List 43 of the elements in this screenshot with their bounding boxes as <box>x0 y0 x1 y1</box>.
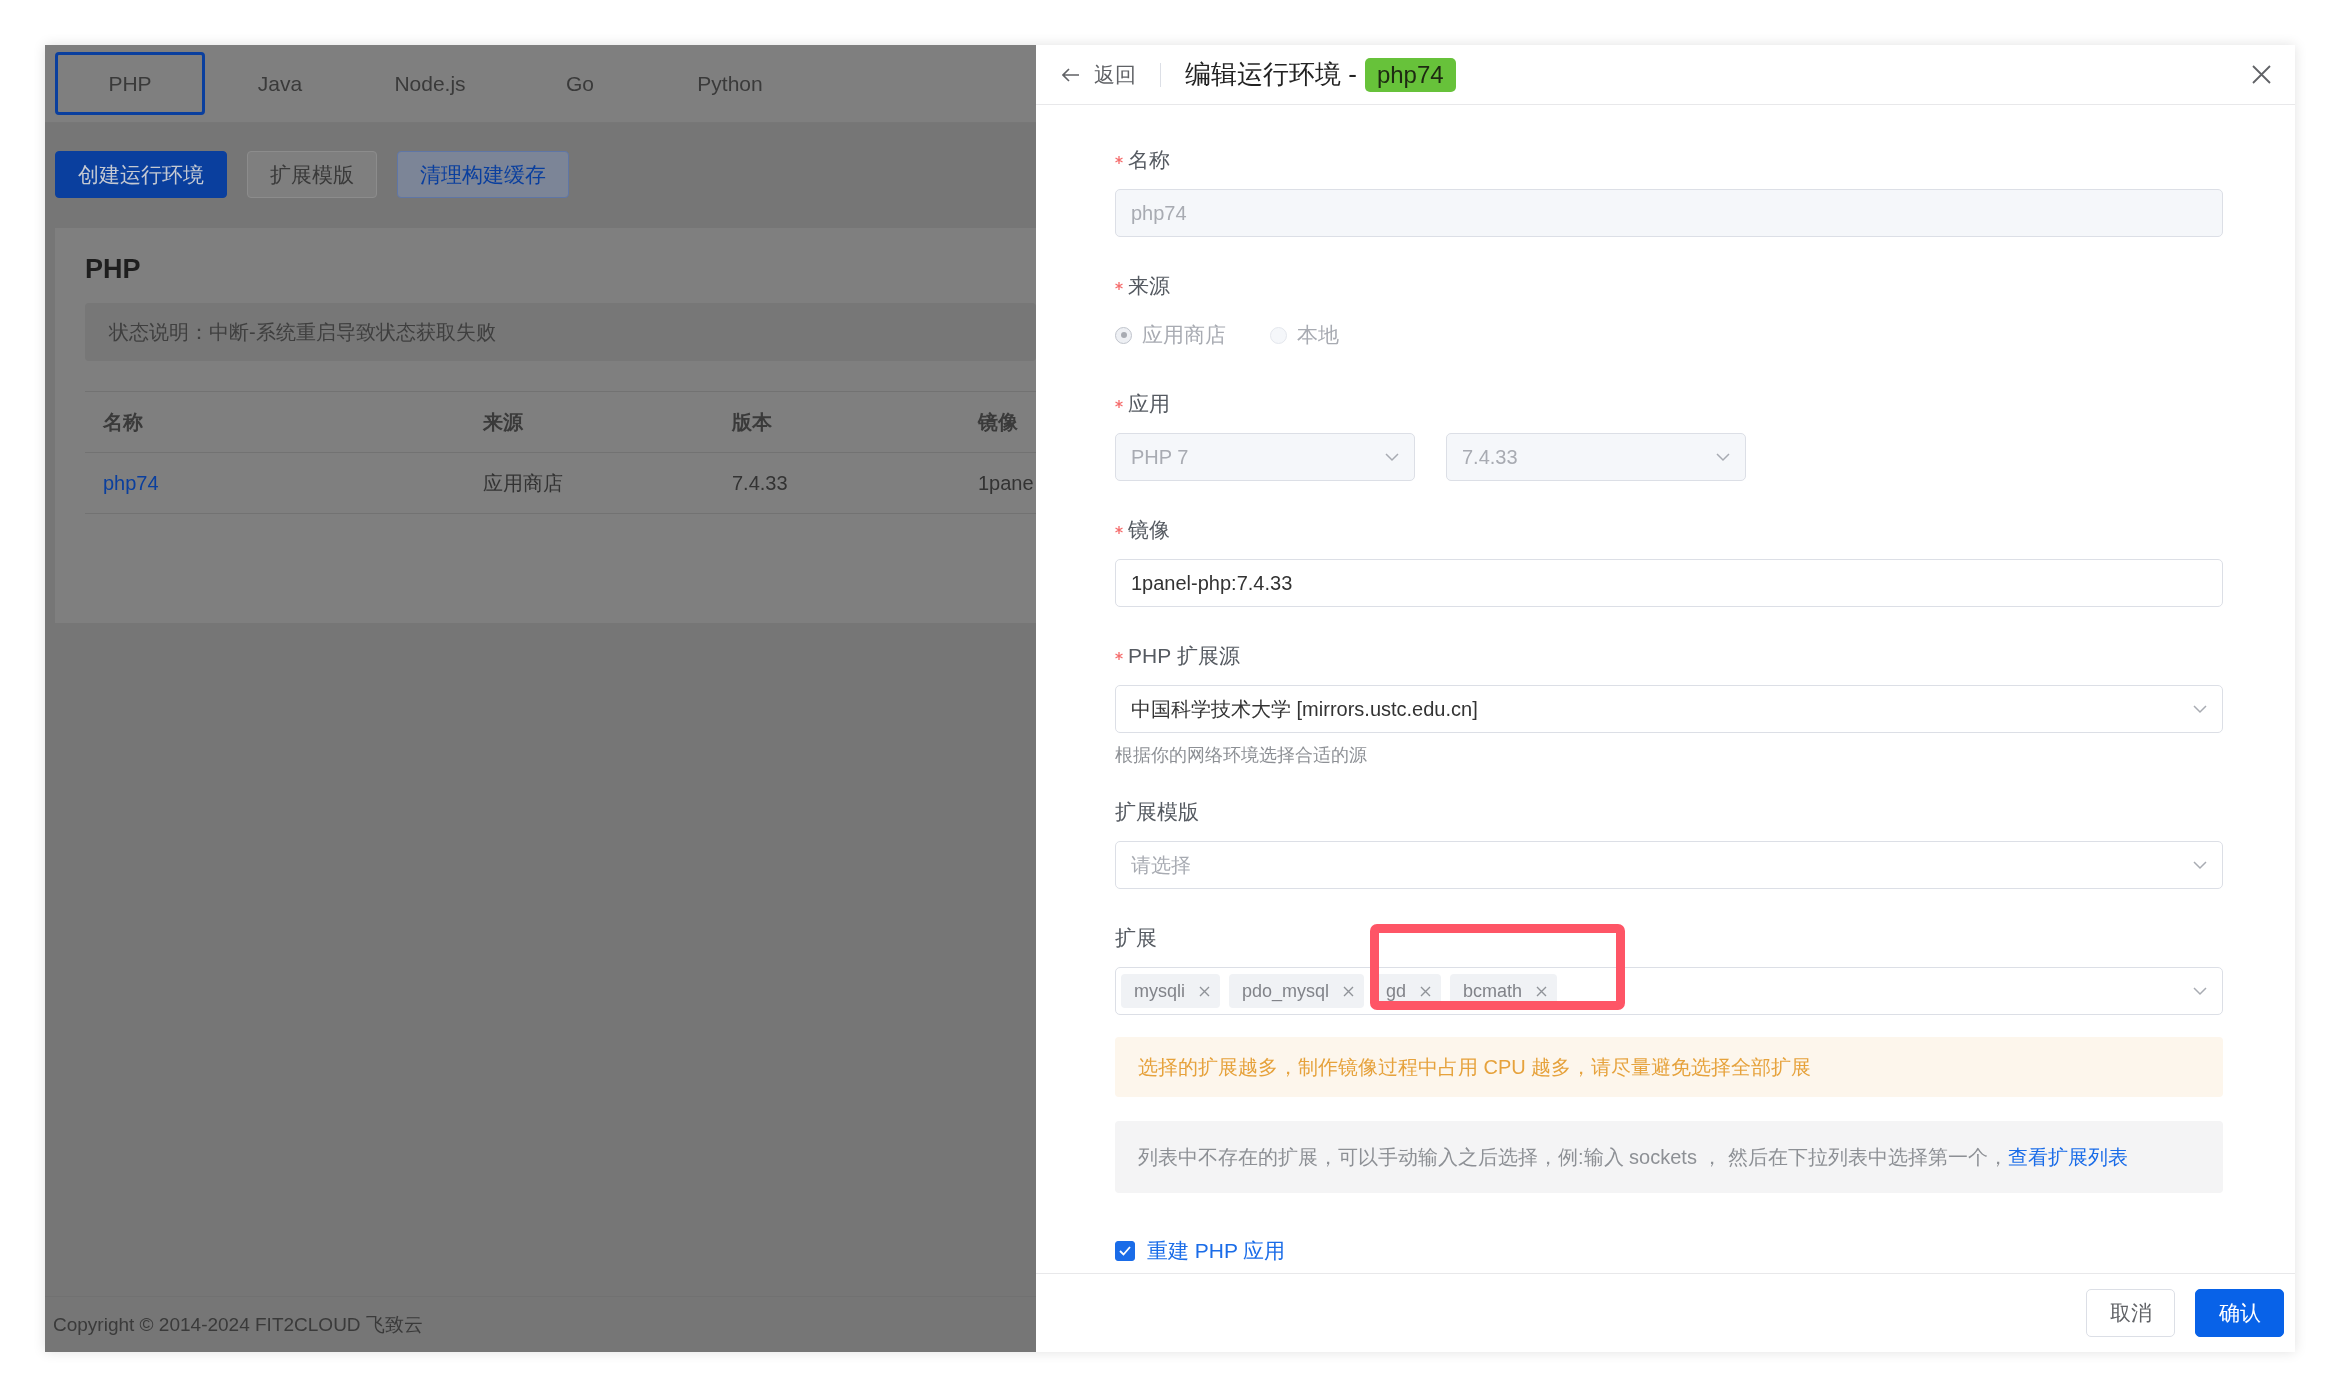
tab[interactable]: Go <box>505 52 655 115</box>
tab[interactable]: Node.js <box>355 52 505 115</box>
field-label: 应用 <box>1128 391 1170 417</box>
select-field[interactable]: 中国科学技术大学 [mirrors.ustc.edu.cn] <box>1115 685 2223 733</box>
action-button[interactable]: 扩展模版 <box>247 151 377 198</box>
field-label: 名称 <box>1128 147 1170 173</box>
name-link[interactable]: php74 <box>103 471 483 495</box>
field-label: 扩展模版 <box>1115 799 1199 825</box>
back-button[interactable]: 返回 <box>1062 62 1161 87</box>
tab[interactable]: Python <box>655 52 805 115</box>
table-cell-text: 应用商店 <box>483 470 564 496</box>
field-label: 扩展 <box>1115 925 1157 951</box>
extension-list-link[interactable]: 查看扩展列表 <box>2008 1143 2129 1171</box>
column-header: 来源 <box>483 409 524 435</box>
tag-chip[interactable]: mysqli <box>1121 974 1220 1008</box>
tab[interactable]: Java <box>205 52 355 115</box>
tag-select[interactable]: mysqli pdo_mysql gd bcmath <box>1115 967 2223 1015</box>
copyright-text: Copyright © 2014-2024 FIT2CLOUD 飞致云 <box>52 1312 424 1337</box>
action-button[interactable]: 创建运行环境 <box>55 151 227 198</box>
hint-text: 根据你的网络环境选择合适的源 <box>1115 744 1368 767</box>
confirm-button[interactable]: 确认 <box>2195 1289 2284 1337</box>
cancel-button[interactable]: 取消 <box>2086 1289 2175 1337</box>
field-label: PHP 扩展源 <box>1128 643 1240 669</box>
tag-chip[interactable]: pdo_mysql <box>1229 974 1365 1008</box>
back-label: 返回 <box>1094 61 1136 88</box>
rebuild-checkbox[interactable]: 重建 PHP 应用 <box>1115 1237 2223 1265</box>
name-tag: php74 <box>1364 57 1456 92</box>
drawer-title: 编辑运行环境 - <box>1185 58 1357 91</box>
info-text: 列表中不存在的扩展，可以手动输入之后选择，例:输入 sockets ， 然后在下拉列表中选择第一个， <box>1138 1144 2009 1170</box>
status-note: 状态说明：中断-系统重启导致状态获取失败 <box>85 303 1036 361</box>
column-header: 版本 <box>732 409 773 435</box>
table-cell-text: 7.4.33 <box>732 471 789 495</box>
action-button[interactable]: 清理构建缓存 <box>397 151 569 198</box>
column-header: 镜像 <box>978 409 1019 435</box>
tab[interactable]: PHP <box>55 52 205 115</box>
text-field[interactable]: 1panel-php:7.4.33 <box>1115 559 2223 607</box>
select-field[interactable]: 请选择 <box>1115 841 2223 889</box>
column-header: 名称 <box>103 409 144 435</box>
card-title: PHP <box>85 254 142 285</box>
warning-alert: 选择的扩展越多，制作镜像过程中占用 CPU 越多，请尽量避免选择全部扩展 <box>1115 1037 2223 1097</box>
table-cell-text: 1pane <box>978 471 1035 495</box>
field-label: 来源 <box>1128 273 1170 299</box>
field-label: 镜像 <box>1128 517 1170 543</box>
